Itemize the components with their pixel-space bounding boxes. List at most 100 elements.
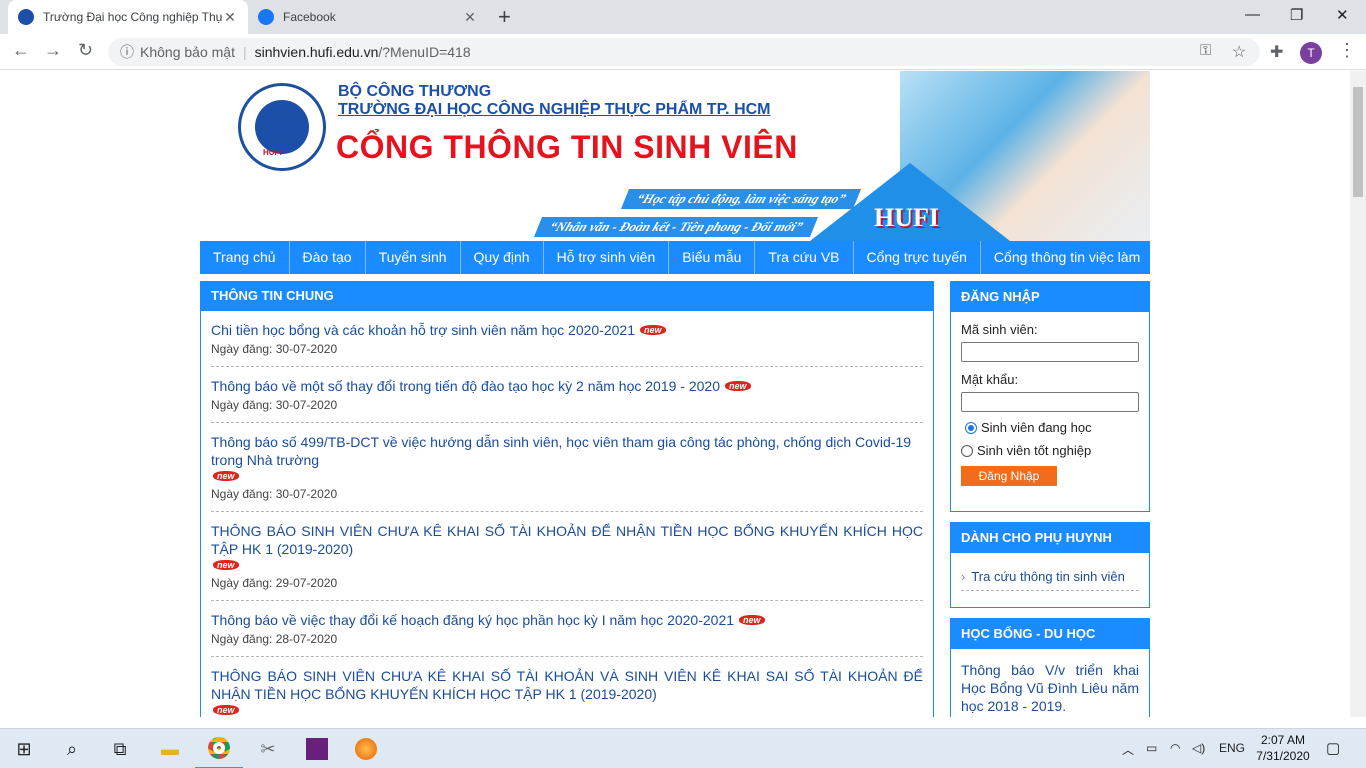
news-link[interactable]: Chi tiền học bổng và các khoản hỗ trợ si… xyxy=(211,322,635,338)
tab-hufi[interactable]: Trường Đại học Công nghiệp Thự ✕ xyxy=(8,0,248,34)
new-tab-button[interactable]: + xyxy=(498,4,511,30)
date-value: 28-07-2020 xyxy=(275,632,338,646)
chevron-up-icon[interactable]: ︿ xyxy=(1122,741,1134,758)
login-title: ĐĂNG NHẬP xyxy=(951,282,1149,312)
news-link[interactable]: Thông báo về việc thay đổi kế hoạch đăng… xyxy=(211,612,734,628)
window-close-button[interactable]: ✕ xyxy=(1336,6,1349,24)
new-badge: new xyxy=(213,560,239,570)
radio-label: Sinh viên đang học xyxy=(981,420,1092,435)
back-button[interactable]: ← xyxy=(12,40,30,61)
logo-emblem xyxy=(255,100,309,154)
firefox-icon[interactable] xyxy=(342,729,390,768)
task-view-icon[interactable]: ⧉ xyxy=(96,729,144,768)
menu-item-document-lookup[interactable]: Tra cứu VB xyxy=(755,241,854,274)
notifications-icon[interactable]: ▢ xyxy=(1326,739,1340,757)
date-prefix: Ngày đăng: xyxy=(211,398,273,412)
menu-item-home[interactable]: Trang chủ xyxy=(200,241,290,274)
tools-icon[interactable]: ✂ xyxy=(244,729,292,768)
header-banner: HUFI BỘ CÔNG THƯƠNG TRƯỜNG ĐẠI HỌC CÔNG … xyxy=(200,71,1150,241)
scholarship-box: HỌC BỔNG - DU HỌC Thông báo V/v triển kh… xyxy=(950,618,1150,717)
browser-toolbar: ← → ↻ ⓘ Không bảo mật | sinhvien.hufi.ed… xyxy=(0,34,1366,70)
wifi-icon[interactable]: ◠ xyxy=(1170,741,1180,755)
student-id-input[interactable] xyxy=(961,342,1139,362)
site-container: HUFI BỘ CÔNG THƯƠNG TRƯỜNG ĐẠI HỌC CÔNG … xyxy=(200,71,1153,717)
news-date: Ngày đăng: 30-07-2020 xyxy=(211,487,923,501)
news-date: Ngày đăng: 30-07-2020 xyxy=(211,398,923,412)
info-icon[interactable]: ⓘ xyxy=(120,42,134,62)
url-host: sinhvien.hufi.edu.vn xyxy=(254,44,379,60)
chevron-right-icon: › xyxy=(961,569,966,584)
scholarship-link[interactable]: Thông báo V/v triển khai Học Bổng Vũ Đìn… xyxy=(961,661,1139,715)
list-item: THÔNG BÁO SINH VIÊN CHƯA KÊ KHAI SỐ TÀI … xyxy=(211,657,923,717)
date-prefix: Ngày đăng: xyxy=(211,576,273,590)
news-link[interactable]: Thông báo số 499/TB-DCT về việc hướng dẫ… xyxy=(211,434,911,468)
university-name[interactable]: TRƯỜNG ĐẠI HỌC CÔNG NGHIỆP THỰC PHẨM TP.… xyxy=(338,101,771,119)
password-input[interactable] xyxy=(961,392,1139,412)
file-explorer-icon[interactable]: ▬ xyxy=(146,729,194,768)
radio-checked[interactable] xyxy=(965,421,977,434)
scholarship-title: HỌC BỔNG - DU HỌC xyxy=(951,619,1149,649)
hufi-brand: HUFI xyxy=(874,203,939,232)
list-item: Thông báo về việc thay đổi kế hoạch đăng… xyxy=(211,601,923,657)
page-viewport: HUFI BỘ CÔNG THƯƠNG TRƯỜNG ĐẠI HỌC CÔNG … xyxy=(0,71,1350,717)
close-icon[interactable]: ✕ xyxy=(222,9,238,26)
minimize-button[interactable]: — xyxy=(1245,6,1260,23)
login-button[interactable]: Đăng Nhập xyxy=(961,466,1057,486)
clock[interactable]: 2:07 AM 7/31/2020 xyxy=(1248,732,1318,764)
address-bar[interactable]: ⓘ Không bảo mật | sinhvien.hufi.edu.vn/?… xyxy=(108,38,1260,66)
search-icon[interactable]: ⌕ xyxy=(48,729,96,768)
news-link[interactable]: THÔNG BÁO SINH VIÊN CHƯA KÊ KHAI SỐ TÀI … xyxy=(211,522,923,558)
menu-item-online-portal[interactable]: Cổng trực tuyến xyxy=(854,241,981,274)
menu-item-regulations[interactable]: Quy định xyxy=(461,241,544,274)
news-link[interactable]: Thông báo về một số thay đổi trong tiến … xyxy=(211,378,720,394)
list-item: Thông báo số 499/TB-DCT về việc hướng dẫ… xyxy=(211,423,923,512)
student-lookup-link[interactable]: › Tra cứu thông tin sinh viên xyxy=(961,563,1139,591)
star-icon[interactable]: ☆ xyxy=(1232,42,1246,62)
link-label: Tra cứu thông tin sinh viên xyxy=(971,569,1125,584)
profile-avatar[interactable]: T xyxy=(1300,42,1322,64)
forward-button[interactable]: → xyxy=(44,40,62,61)
tab-label: Trường Đại học Công nghiệp Thự xyxy=(43,10,222,24)
list-item: THÔNG BÁO SINH VIÊN CHƯA KÊ KHAI SỐ TÀI … xyxy=(211,512,923,601)
date-value: 30-07-2020 xyxy=(275,342,338,356)
page-scrollbar[interactable] xyxy=(1350,71,1366,717)
facebook-icon xyxy=(258,9,274,25)
ministry-name: BỘ CÔNG THƯƠNG xyxy=(338,83,492,100)
close-icon[interactable]: ✕ xyxy=(462,9,478,26)
new-badge: new xyxy=(213,471,239,481)
portal-title: CỔNG THÔNG TIN SINH VIÊN xyxy=(336,129,798,165)
battery-icon[interactable]: ▭ xyxy=(1146,741,1157,755)
university-logo[interactable]: HUFI xyxy=(238,83,326,171)
volume-icon[interactable]: ◁) xyxy=(1192,741,1205,755)
news-date: Ngày đăng: 30-07-2020 xyxy=(211,342,923,356)
windows-start-icon[interactable]: ⊞ xyxy=(0,729,48,768)
menu-item-forms[interactable]: Biểu mẫu xyxy=(669,241,756,274)
clock-time: 2:07 AM xyxy=(1260,733,1306,747)
extensions-icon[interactable]: ✚ xyxy=(1270,42,1283,62)
tab-facebook[interactable]: Facebook ✕ xyxy=(248,0,488,34)
menu-item-student-support[interactable]: Hỗ trợ sinh viên xyxy=(544,241,670,274)
menu-item-training[interactable]: Đào tạo xyxy=(290,241,366,274)
chrome-icon[interactable] xyxy=(195,729,243,768)
menu-item-jobs[interactable]: Cổng thông tin việc làm xyxy=(981,241,1153,274)
url-path: /?MenuID=418 xyxy=(378,44,471,60)
news-link[interactable]: THÔNG BÁO SINH VIÊN CHƯA KÊ KHAI SỐ TÀI … xyxy=(211,667,923,703)
menu-icon[interactable]: ⋮ xyxy=(1338,40,1356,61)
menu-item-admissions[interactable]: Tuyển sinh xyxy=(366,241,461,274)
radio-current-student[interactable]: Sinh viên đang học xyxy=(965,420,1149,435)
reload-button[interactable]: ↻ xyxy=(78,40,93,61)
radio-graduated-student[interactable]: Sinh viên tốt nghiệp xyxy=(961,443,1149,458)
new-badge: new xyxy=(739,615,765,625)
parents-box: DÀNH CHO PHỤ HUYNH › Tra cứu thông tin si… xyxy=(950,522,1150,608)
key-icon[interactable]: ⚿ xyxy=(1200,42,1211,59)
radio-unchecked[interactable] xyxy=(961,444,973,457)
clock-date: 7/31/2020 xyxy=(1256,749,1310,763)
news-date: Ngày đăng: 28-07-2020 xyxy=(211,632,923,646)
student-id-label: Mã sinh viên: xyxy=(961,322,1038,337)
visual-studio-icon[interactable] xyxy=(293,729,341,768)
new-badge: new xyxy=(213,705,239,715)
maximize-button[interactable]: ❐ xyxy=(1290,6,1303,24)
language-indicator[interactable]: ENG xyxy=(1219,741,1245,755)
date-prefix: Ngày đăng: xyxy=(211,342,273,356)
scrollbar-thumb[interactable] xyxy=(1353,87,1363,197)
